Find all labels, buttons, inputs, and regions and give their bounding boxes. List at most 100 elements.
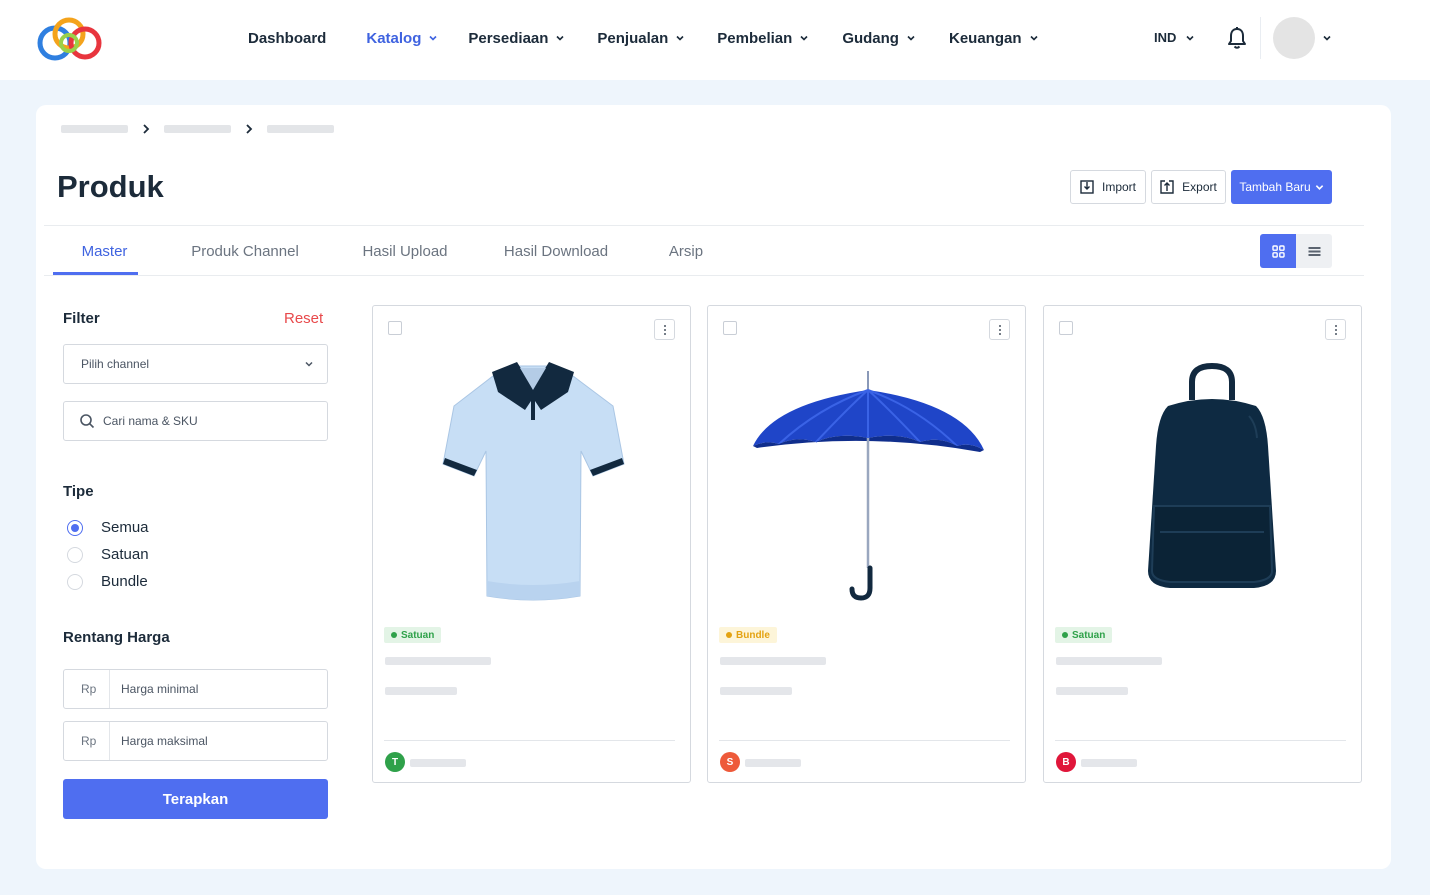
chevron-down-icon bbox=[1029, 35, 1038, 41]
type-option-label: Satuan bbox=[101, 546, 149, 563]
type-option-label: Semua bbox=[101, 519, 149, 536]
breadcrumb-item bbox=[267, 125, 334, 133]
chevron-down-icon bbox=[429, 35, 437, 41]
product-card[interactable]: Satuan B bbox=[1043, 305, 1362, 783]
language-selector[interactable]: IND bbox=[1154, 30, 1195, 45]
bell-icon[interactable] bbox=[1226, 26, 1248, 50]
product-name-placeholder bbox=[1056, 657, 1162, 665]
export-button[interactable]: Export bbox=[1151, 170, 1226, 204]
channel-avatar: B bbox=[1056, 752, 1076, 772]
currency-prefix: Rp bbox=[64, 670, 110, 708]
product-price-placeholder bbox=[385, 687, 457, 695]
product-type-badge: Bundle bbox=[719, 627, 777, 643]
channel-name-placeholder bbox=[1081, 759, 1137, 767]
grid-view-button[interactable] bbox=[1260, 234, 1296, 268]
divider bbox=[719, 740, 1010, 741]
product-type-badge: Satuan bbox=[384, 627, 442, 643]
channel-select[interactable]: Pilih channel bbox=[63, 344, 328, 384]
tab-master[interactable]: Master bbox=[53, 226, 156, 276]
breadcrumb-item[interactable] bbox=[164, 125, 231, 133]
min-price-placeholder: Harga minimal bbox=[121, 682, 199, 696]
radio-button bbox=[67, 573, 83, 590]
language-label: IND bbox=[1154, 30, 1177, 45]
channel-select-placeholder: Pilih channel bbox=[81, 357, 150, 371]
chevron-down-icon bbox=[907, 35, 915, 41]
chevron-down-icon bbox=[1315, 184, 1323, 190]
nav-persediaan[interactable]: Persediaan bbox=[468, 30, 565, 47]
grid-icon bbox=[1271, 244, 1285, 258]
product-name-placeholder bbox=[385, 657, 491, 665]
divider bbox=[1055, 740, 1346, 741]
export-icon bbox=[1160, 180, 1174, 194]
reset-button[interactable]: Reset bbox=[284, 310, 323, 327]
divider bbox=[44, 275, 1364, 276]
avatar[interactable] bbox=[1273, 17, 1315, 59]
nav-keuangan[interactable]: Keuangan bbox=[949, 30, 1039, 47]
export-label: Export bbox=[1182, 180, 1217, 194]
tab-arsip[interactable]: Arsip bbox=[656, 226, 716, 276]
main-content-card: Produk Import Export Tambah Baru Master … bbox=[36, 105, 1391, 869]
more-options-button[interactable] bbox=[1325, 319, 1346, 340]
product-type-badge: Satuan bbox=[1055, 627, 1113, 643]
more-options-button[interactable] bbox=[654, 319, 675, 340]
app-logo[interactable] bbox=[35, 17, 103, 61]
chevron-down-icon bbox=[1186, 35, 1194, 41]
currency-prefix: Rp bbox=[64, 722, 110, 760]
nav-penjualan[interactable]: Penjualan bbox=[597, 30, 685, 47]
product-price-placeholder bbox=[1056, 687, 1128, 695]
product-checkbox[interactable] bbox=[388, 321, 402, 335]
breadcrumb bbox=[61, 124, 334, 134]
divider bbox=[384, 740, 675, 741]
type-option-semua[interactable]: Semua bbox=[67, 519, 149, 536]
product-name-placeholder bbox=[720, 657, 826, 665]
add-new-label: Tambah Baru bbox=[1239, 180, 1311, 194]
nav-katalog[interactable]: Katalog bbox=[366, 30, 438, 47]
chevron-right-icon bbox=[143, 124, 150, 134]
radio-button bbox=[67, 519, 83, 536]
max-price-input[interactable]: Rp Harga maksimal bbox=[63, 721, 328, 761]
product-price-placeholder bbox=[720, 687, 792, 695]
import-button[interactable]: Import bbox=[1070, 170, 1146, 204]
apply-filter-button[interactable]: Terapkan bbox=[63, 779, 328, 819]
tab-produk-channel[interactable]: Produk Channel bbox=[180, 226, 310, 276]
import-icon bbox=[1080, 180, 1094, 194]
chevron-down-icon bbox=[800, 35, 808, 41]
channel-avatar: T bbox=[385, 752, 405, 772]
list-icon bbox=[1308, 246, 1320, 256]
radio-button bbox=[67, 546, 83, 563]
type-option-label: Bundle bbox=[101, 573, 148, 590]
chevron-down-icon bbox=[556, 35, 564, 41]
type-option-bundle[interactable]: Bundle bbox=[67, 573, 148, 590]
product-image-backpack bbox=[1148, 362, 1276, 588]
filter-title: Filter bbox=[63, 310, 100, 327]
main-nav: Dashboard Katalog Persediaan Penjualan P… bbox=[248, 27, 1039, 49]
type-filter-title: Tipe bbox=[63, 483, 94, 500]
tab-hasil-upload[interactable]: Hasil Upload bbox=[349, 226, 461, 276]
breadcrumb-item[interactable] bbox=[61, 125, 128, 133]
type-option-satuan[interactable]: Satuan bbox=[67, 546, 149, 563]
product-checkbox[interactable] bbox=[1059, 321, 1073, 335]
page-title: Produk bbox=[57, 169, 164, 204]
search-icon bbox=[80, 414, 95, 429]
divider bbox=[1260, 17, 1261, 59]
product-card[interactable]: Bundle S bbox=[707, 305, 1026, 783]
more-options-button[interactable] bbox=[989, 319, 1010, 340]
price-range-title: Rentang Harga bbox=[63, 629, 170, 646]
product-image-polo-shirt bbox=[442, 362, 625, 601]
top-navbar: Dashboard Katalog Persediaan Penjualan P… bbox=[0, 0, 1430, 80]
import-label: Import bbox=[1101, 180, 1136, 194]
list-view-button[interactable] bbox=[1296, 234, 1332, 268]
nav-dashboard[interactable]: Dashboard bbox=[248, 30, 326, 47]
nav-pembelian[interactable]: Pembelian bbox=[717, 30, 809, 47]
tab-hasil-download[interactable]: Hasil Download bbox=[491, 226, 621, 276]
chevron-down-icon bbox=[676, 35, 684, 41]
min-price-input[interactable]: Rp Harga minimal bbox=[63, 669, 328, 709]
nav-gudang[interactable]: Gudang bbox=[842, 30, 916, 47]
channel-name-placeholder bbox=[745, 759, 801, 767]
chevron-down-icon[interactable] bbox=[1322, 33, 1332, 43]
search-input[interactable]: Cari nama & SKU bbox=[63, 401, 328, 441]
add-new-button[interactable]: Tambah Baru bbox=[1231, 170, 1332, 204]
product-card[interactable]: Satuan T bbox=[372, 305, 691, 783]
product-checkbox[interactable] bbox=[723, 321, 737, 335]
channel-avatar: S bbox=[720, 752, 740, 772]
